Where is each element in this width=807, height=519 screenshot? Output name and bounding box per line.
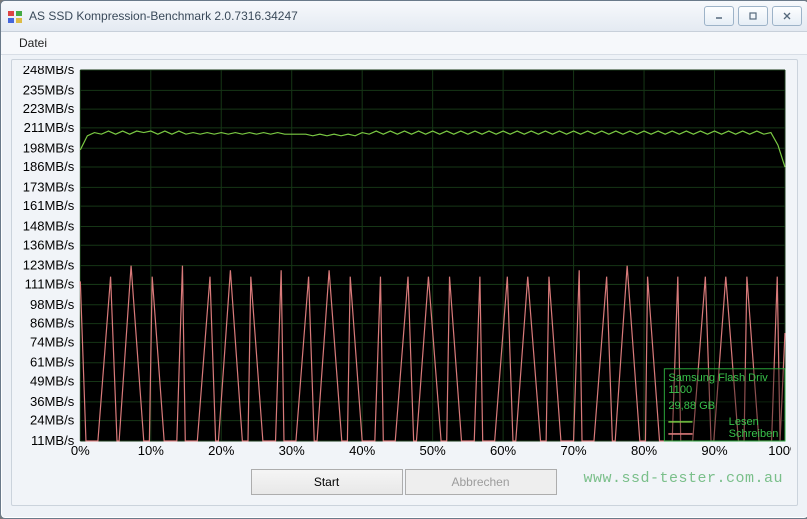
content-panel: 11MB/s 24MB/s 36MB/s 49MB/s 61MB/s 74MB/s 86MB… [11,59,798,506]
app-icon [7,8,23,24]
svg-text:11MB/s: 11MB/s [31,433,75,448]
svg-text:0%: 0% [71,443,90,458]
svg-text:60%: 60% [490,443,517,458]
svg-text:30%: 30% [279,443,306,458]
svg-text:40%: 40% [349,443,376,458]
svg-text:50%: 50% [420,443,447,458]
svg-text:111MB/s: 111MB/s [25,276,75,291]
svg-text:90%: 90% [701,443,728,458]
svg-text:74MB/s: 74MB/s [30,334,75,349]
chart-container: 11MB/s 24MB/s 36MB/s 49MB/s 61MB/s 74MB/s 86MB… [18,66,791,459]
svg-text:148MB/s: 148MB/s [23,219,75,234]
svg-text:24MB/s: 24MB/s [30,413,75,428]
svg-text:98MB/s: 98MB/s [30,297,75,312]
close-button[interactable] [772,6,802,26]
minimize-button[interactable] [704,6,734,26]
svg-text:235MB/s: 235MB/s [23,82,75,97]
window-title: AS SSD Kompression-Benchmark 2.0.7316.34… [29,9,704,23]
svg-text:70%: 70% [560,443,587,458]
maximize-button[interactable] [738,6,768,26]
svg-text:100%: 100% [768,443,791,458]
svg-text:80%: 80% [631,443,658,458]
svg-text:10%: 10% [138,443,165,458]
svg-text:123MB/s: 123MB/s [23,258,75,273]
window-buttons [704,6,802,26]
svg-text:223MB/s: 223MB/s [23,101,75,116]
svg-text:Samsung Flash Driv: Samsung Flash Driv [668,372,768,384]
svg-text:Lesen: Lesen [729,416,759,428]
title-bar[interactable]: AS SSD Kompression-Benchmark 2.0.7316.34… [1,1,807,32]
svg-text:20%: 20% [208,443,235,458]
svg-text:29,88 GB: 29,88 GB [668,400,715,412]
svg-text:186MB/s: 186MB/s [23,159,75,174]
svg-text:Schreiben: Schreiben [729,428,779,440]
button-row: Start Abbrechen [12,469,797,495]
start-button[interactable]: Start [251,469,403,495]
svg-text:248MB/s: 248MB/s [23,66,75,77]
svg-text:173MB/s: 173MB/s [23,179,75,194]
svg-text:211MB/s: 211MB/s [24,120,75,135]
svg-text:61MB/s: 61MB/s [30,355,75,370]
cancel-button: Abbrechen [405,469,557,495]
svg-text:198MB/s: 198MB/s [23,140,75,155]
svg-text:49MB/s: 49MB/s [30,374,75,389]
menu-bar: Datei [1,32,807,55]
svg-text:86MB/s: 86MB/s [30,316,75,331]
app-window: AS SSD Kompression-Benchmark 2.0.7316.34… [0,0,807,519]
compression-chart: 11MB/s 24MB/s 36MB/s 49MB/s 61MB/s 74MB/s 86MB… [18,66,791,459]
menu-file[interactable]: Datei [11,34,55,52]
svg-text:36MB/s: 36MB/s [30,394,75,409]
svg-text:136MB/s: 136MB/s [23,237,75,252]
svg-text:1100: 1100 [668,384,692,396]
svg-text:161MB/s: 161MB/s [23,198,75,213]
